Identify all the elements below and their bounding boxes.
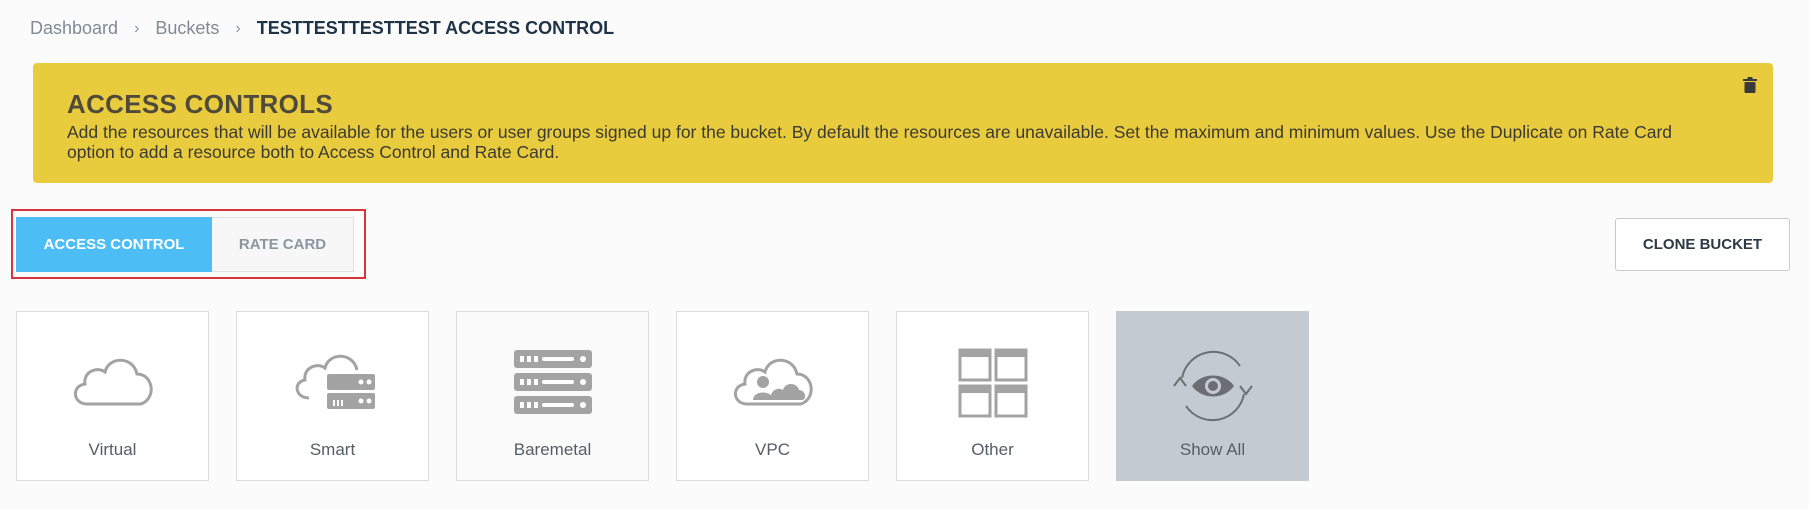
trash-icon[interactable]	[1743, 77, 1757, 93]
tab-rate-card[interactable]: RATE CARD	[212, 217, 354, 272]
info-banner: ACCESS CONTROLS Add the resources that w…	[33, 63, 1773, 183]
breadcrumb-separator: ›	[235, 19, 241, 37]
resource-card-other[interactable]: Other	[896, 311, 1089, 481]
resource-card-show-all[interactable]: Show All	[1116, 311, 1309, 481]
resource-label: VPC	[755, 440, 790, 459]
resource-label: Smart	[309, 440, 356, 459]
resource-card-smart[interactable]: Smart	[236, 311, 429, 481]
server-rack-icon	[513, 350, 592, 414]
grid-icon	[958, 348, 1027, 418]
cloud-icon	[73, 358, 152, 406]
cloud-server-icon	[295, 354, 375, 409]
cloud-users-icon	[733, 358, 812, 406]
banner-description: Add the resources that will be available…	[67, 122, 1673, 162]
clone-bucket-button[interactable]: CLONE BUCKET	[1615, 218, 1790, 271]
resource-card-virtual[interactable]: Virtual	[16, 311, 209, 481]
breadcrumb: Dashboard › Buckets › TESTTESTTESTTEST A…	[30, 18, 614, 39]
eye-refresh-icon	[1172, 350, 1253, 422]
breadcrumb-current: TESTTESTTESTTEST ACCESS CONTROL	[256, 18, 615, 38]
breadcrumb-separator: ›	[134, 19, 140, 37]
resource-card-baremetal[interactable]: Baremetal	[456, 311, 649, 481]
breadcrumb-buckets[interactable]: Buckets	[155, 18, 219, 39]
resource-label: Show All	[1179, 440, 1246, 459]
banner-title: ACCESS CONTROLS	[67, 89, 333, 119]
resource-label: Baremetal	[513, 440, 592, 459]
tab-access-control[interactable]: ACCESS CONTROL	[16, 217, 212, 272]
breadcrumb-dashboard[interactable]: Dashboard	[30, 18, 118, 39]
resource-label: Virtual	[88, 440, 137, 459]
resource-card-vpc[interactable]: VPC	[676, 311, 869, 481]
resource-label: Other	[971, 440, 1014, 459]
